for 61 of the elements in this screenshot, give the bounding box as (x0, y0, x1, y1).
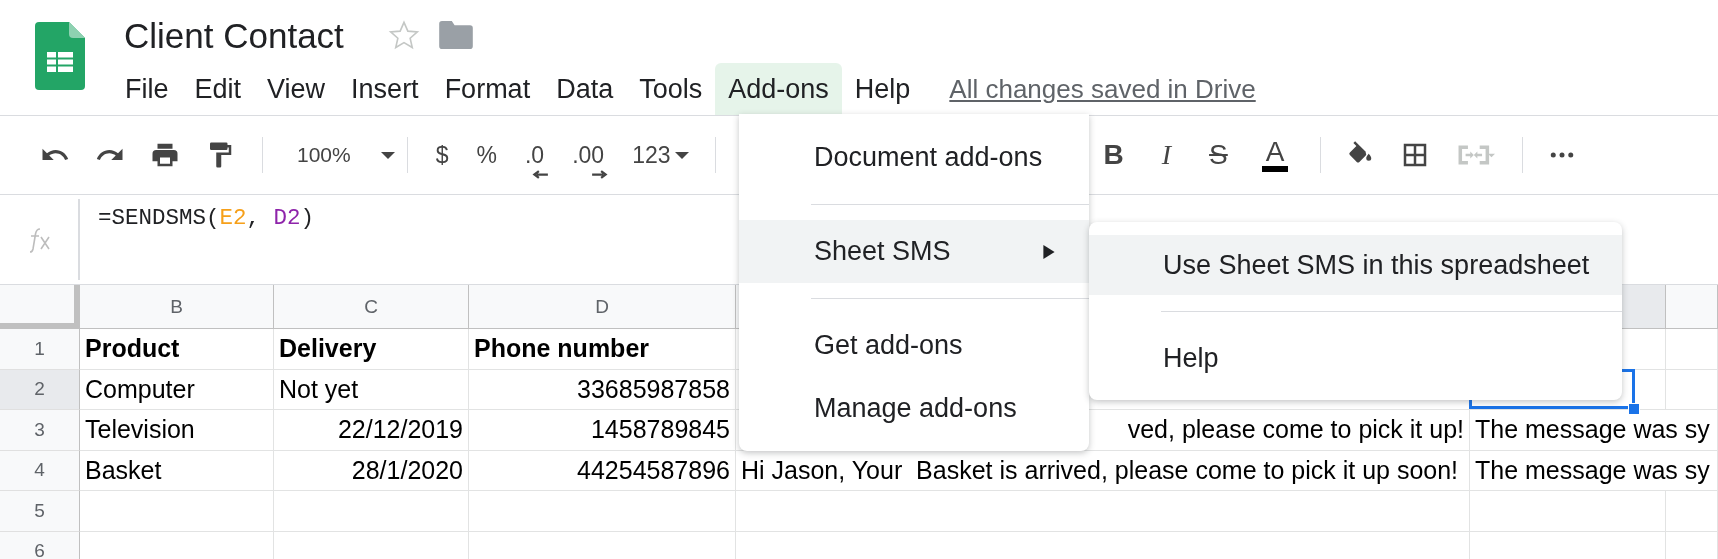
menu-item[interactable]: File (112, 63, 182, 115)
text-style-button[interactable]: I (1157, 139, 1176, 171)
column-header[interactable]: B (80, 285, 274, 329)
menu-item[interactable]: Edit (181, 63, 255, 115)
caret-icon (674, 151, 689, 159)
zoom-dropdown[interactable]: 100% (287, 143, 395, 167)
star-icon[interactable] (387, 18, 420, 51)
table-cell (1666, 491, 1718, 532)
row-header[interactable]: 3 (0, 410, 80, 451)
table-cell: 1458789845 (469, 410, 736, 451)
arrow-icon (592, 169, 609, 179)
format-button[interactable]: .0 (520, 129, 549, 181)
menu-item[interactable]: Use Sheet SMS in this spreadsheet (1089, 235, 1622, 295)
table-cell: 28/1/2020 (274, 450, 469, 491)
table-cell: Phone number (469, 329, 736, 370)
table-cell: 44254587896 (469, 450, 736, 491)
save-status-link[interactable]: All changes saved in Drive (949, 73, 1256, 105)
table-cell (1666, 329, 1718, 370)
submenu-arrow-icon (1043, 244, 1055, 259)
menu-item[interactable]: Document add-ons (739, 126, 1089, 189)
menu-item[interactable]: Data (543, 63, 627, 115)
row-header[interactable]: 5 (0, 491, 80, 532)
table-cell: Basket (80, 450, 274, 491)
text-style-button[interactable]: S (1205, 139, 1232, 171)
arrow-icon (532, 169, 549, 179)
text-style-button[interactable]: A (1261, 138, 1289, 172)
column-header[interactable]: C (274, 285, 469, 329)
menu-item[interactable]: Get add-ons (739, 314, 1089, 377)
formula-input[interactable]: =SENDSMS(E2, D2) (80, 195, 315, 231)
table-cell: Product (80, 329, 274, 370)
menu-item[interactable]: Help (841, 63, 924, 115)
table-cell: The message was sy (1470, 450, 1718, 491)
menu-item[interactable]: Format (431, 63, 544, 115)
row-header[interactable]: 1 (0, 329, 80, 370)
table-cell: 22/12/2019 (274, 410, 469, 451)
table-cell: The message was sy (1470, 410, 1718, 451)
table-cell: Delivery (274, 329, 469, 370)
menu-item[interactable]: Insert (338, 63, 432, 115)
folder-icon[interactable] (438, 20, 473, 49)
format-button[interactable]: % (472, 129, 501, 181)
caret-icon (380, 151, 395, 159)
format-button[interactable]: .00 (568, 129, 609, 181)
format-button[interactable]: 123 (628, 129, 693, 181)
menu-item[interactable]: Tools (626, 63, 716, 115)
text-style-button[interactable]: B (1099, 139, 1128, 171)
row-header[interactable]: 6 (0, 531, 80, 559)
row-header[interactable]: 2 (0, 369, 80, 410)
menu-item[interactable]: View (254, 63, 339, 115)
menu-item[interactable]: Add-ons (715, 63, 842, 115)
spreadsheet-logo[interactable] (35, 22, 85, 90)
table-cell: Not yet (274, 369, 469, 410)
table-cell: Television (80, 410, 274, 451)
table-cell: 33685987858 (469, 369, 736, 410)
menu-item[interactable]: Sheet SMS (739, 220, 1089, 283)
menu-item[interactable]: Help (1089, 328, 1622, 388)
document-title[interactable]: Client Contact (124, 15, 344, 56)
row-header[interactable]: 4 (0, 450, 80, 491)
table-cell: Computer (80, 369, 274, 410)
format-button[interactable]: $ (431, 129, 453, 181)
fill-handle[interactable] (1628, 403, 1640, 415)
column-header[interactable]: D (469, 285, 736, 329)
